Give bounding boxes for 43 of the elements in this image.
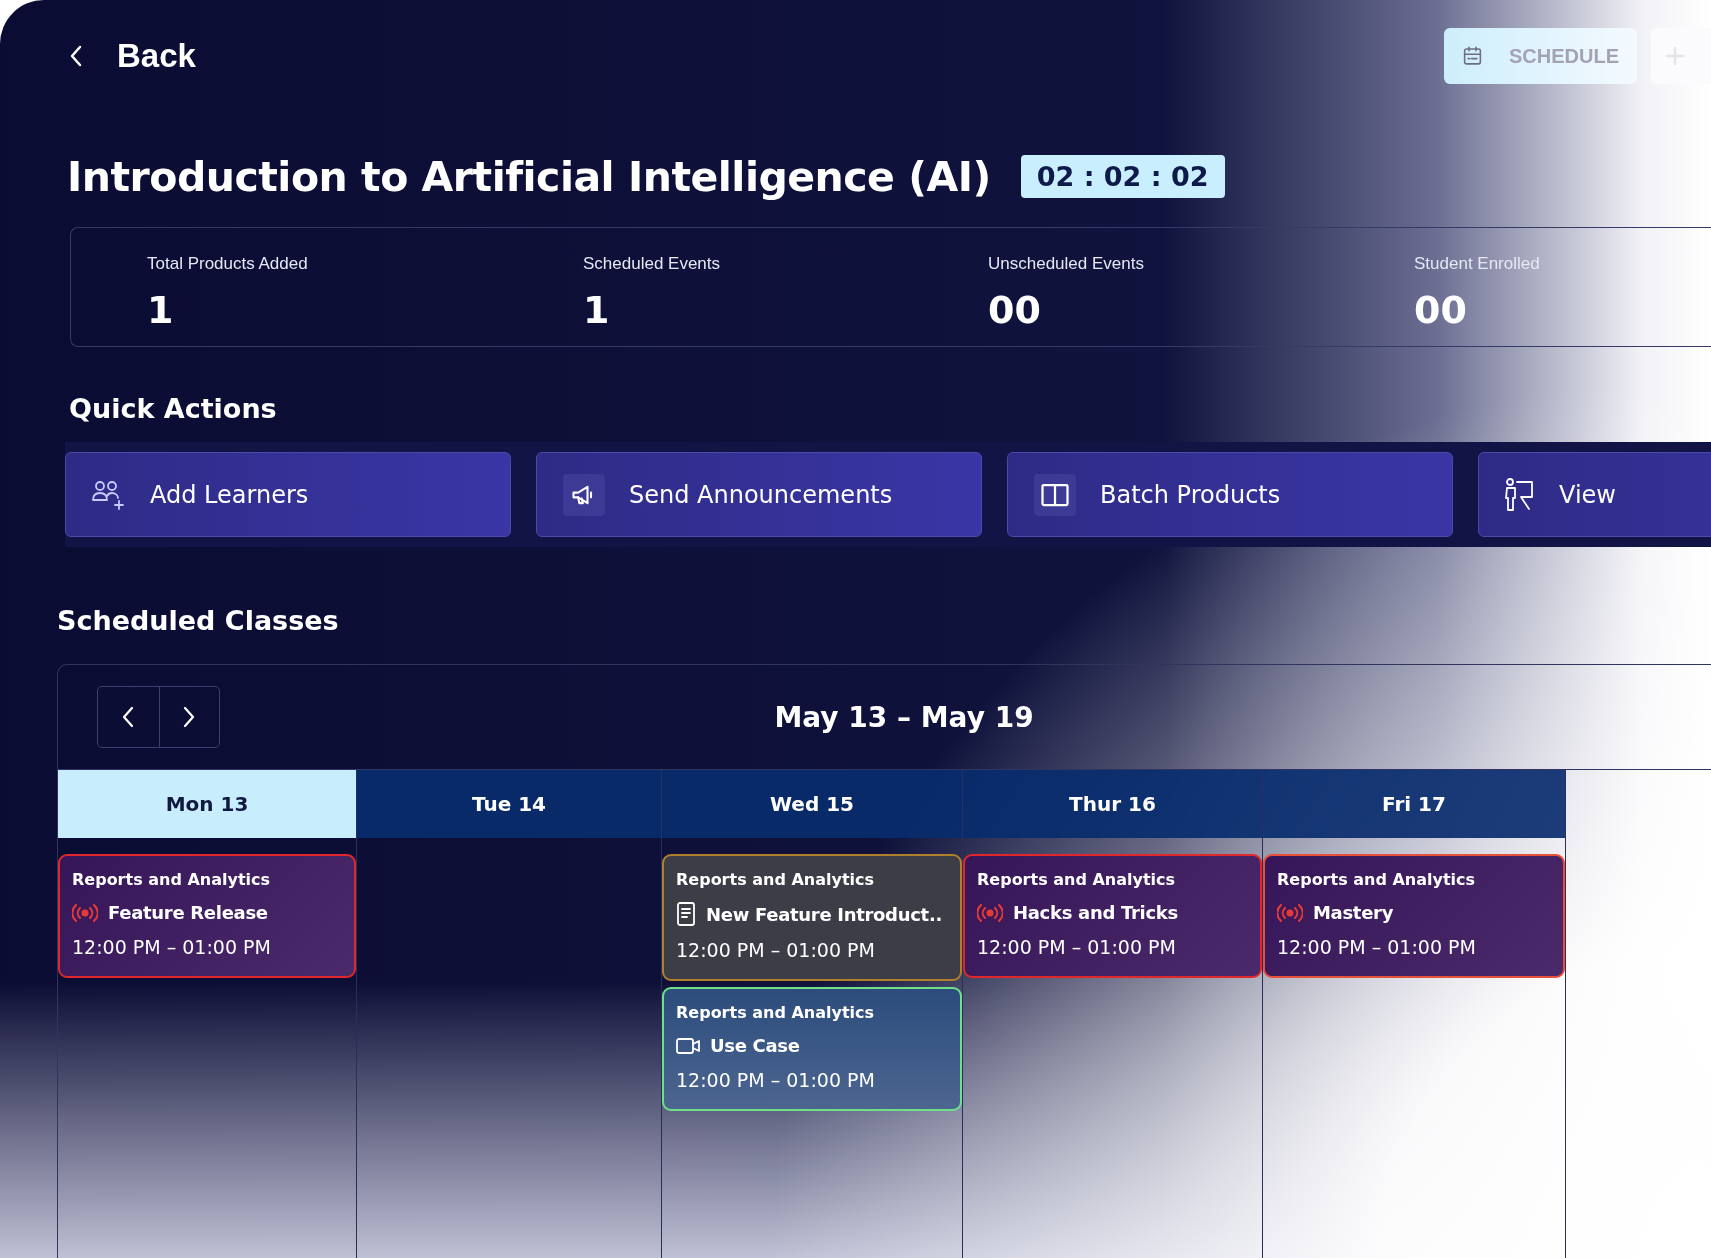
event-time: 12:00 PM – 01:00 PM — [676, 939, 876, 961]
stat-value: 00 — [1414, 287, 1468, 332]
quick-action-button[interactable]: View — [1478, 452, 1711, 537]
quick-action-button[interactable]: Batch Products — [1007, 452, 1453, 537]
event-category: Reports and Analytics — [977, 870, 1177, 889]
day-header[interactable]: Mon 13 — [58, 770, 357, 838]
event-card[interactable]: Reports and Analytics Feature Release 12:00 PM – 01:00 PM — [58, 854, 356, 978]
event-card[interactable]: Reports and Analytics Use Case 12:00 PM – 01:00 PM — [662, 987, 962, 1111]
event-card[interactable]: Reports and Analytics Mastery 12:00 PM – 01:00 PM — [1263, 854, 1565, 978]
countdown-timer: 02 : 02 : 02 — [1020, 155, 1225, 199]
day-header[interactable]: Fri 17 — [1263, 770, 1566, 838]
date-range: May 13 – May 19 — [774, 700, 1034, 734]
event-card[interactable]: Reports and Analytics New Feature Introduct.. 12:00 PM – 01:00 PM — [662, 854, 962, 981]
stat-label: Scheduled Events — [583, 253, 722, 274]
event-category: Reports and Analytics — [676, 870, 876, 889]
stat-label: Unscheduled Events — [988, 253, 1145, 274]
stat-label: Student Enrolled — [1414, 253, 1541, 274]
day-header[interactable]: Wed 15 — [662, 770, 963, 838]
event-title: Mastery — [1313, 902, 1394, 923]
day-header[interactable]: Thur 16 — [963, 770, 1263, 838]
course-title: Introduction to Artificial Intelligence (AI) — [67, 152, 991, 201]
quick-action-button[interactable]: Add Learners — [65, 452, 511, 537]
section-title: Quick Actions — [69, 393, 278, 424]
event-title: New Feature Introduct.. — [706, 903, 942, 925]
stat-value: 1 — [147, 287, 175, 332]
section-title: Scheduled Classes — [57, 605, 340, 636]
stat-value: 00 — [988, 287, 1042, 332]
stat-value: 1 — [583, 287, 611, 332]
event-time: 12:00 PM – 01:00 PM — [676, 1069, 876, 1091]
event-category: Reports and Analytics — [676, 1003, 876, 1022]
quick-action-button[interactable]: Send Announcements — [536, 452, 982, 537]
day-header[interactable]: Tue 14 — [357, 770, 662, 838]
event-title: Hacks and Tricks — [1013, 902, 1178, 923]
event-category: Reports and Analytics — [1277, 870, 1477, 889]
event-title: Use Case — [710, 1035, 800, 1056]
event-time: 12:00 PM – 01:00 PM — [1277, 936, 1477, 958]
event-title: Feature Release — [108, 902, 268, 923]
back-button[interactable]: Back — [69, 37, 196, 76]
event-card[interactable]: Reports and Analytics Hacks and Tricks 12:00 PM – 01:00 PM — [963, 854, 1262, 978]
event-category: Reports and Analytics — [72, 870, 272, 889]
event-time: 12:00 PM – 01:00 PM — [977, 936, 1177, 958]
event-time: 12:00 PM – 01:00 PM — [72, 936, 272, 958]
stat-label: Total Products Added — [147, 253, 309, 274]
